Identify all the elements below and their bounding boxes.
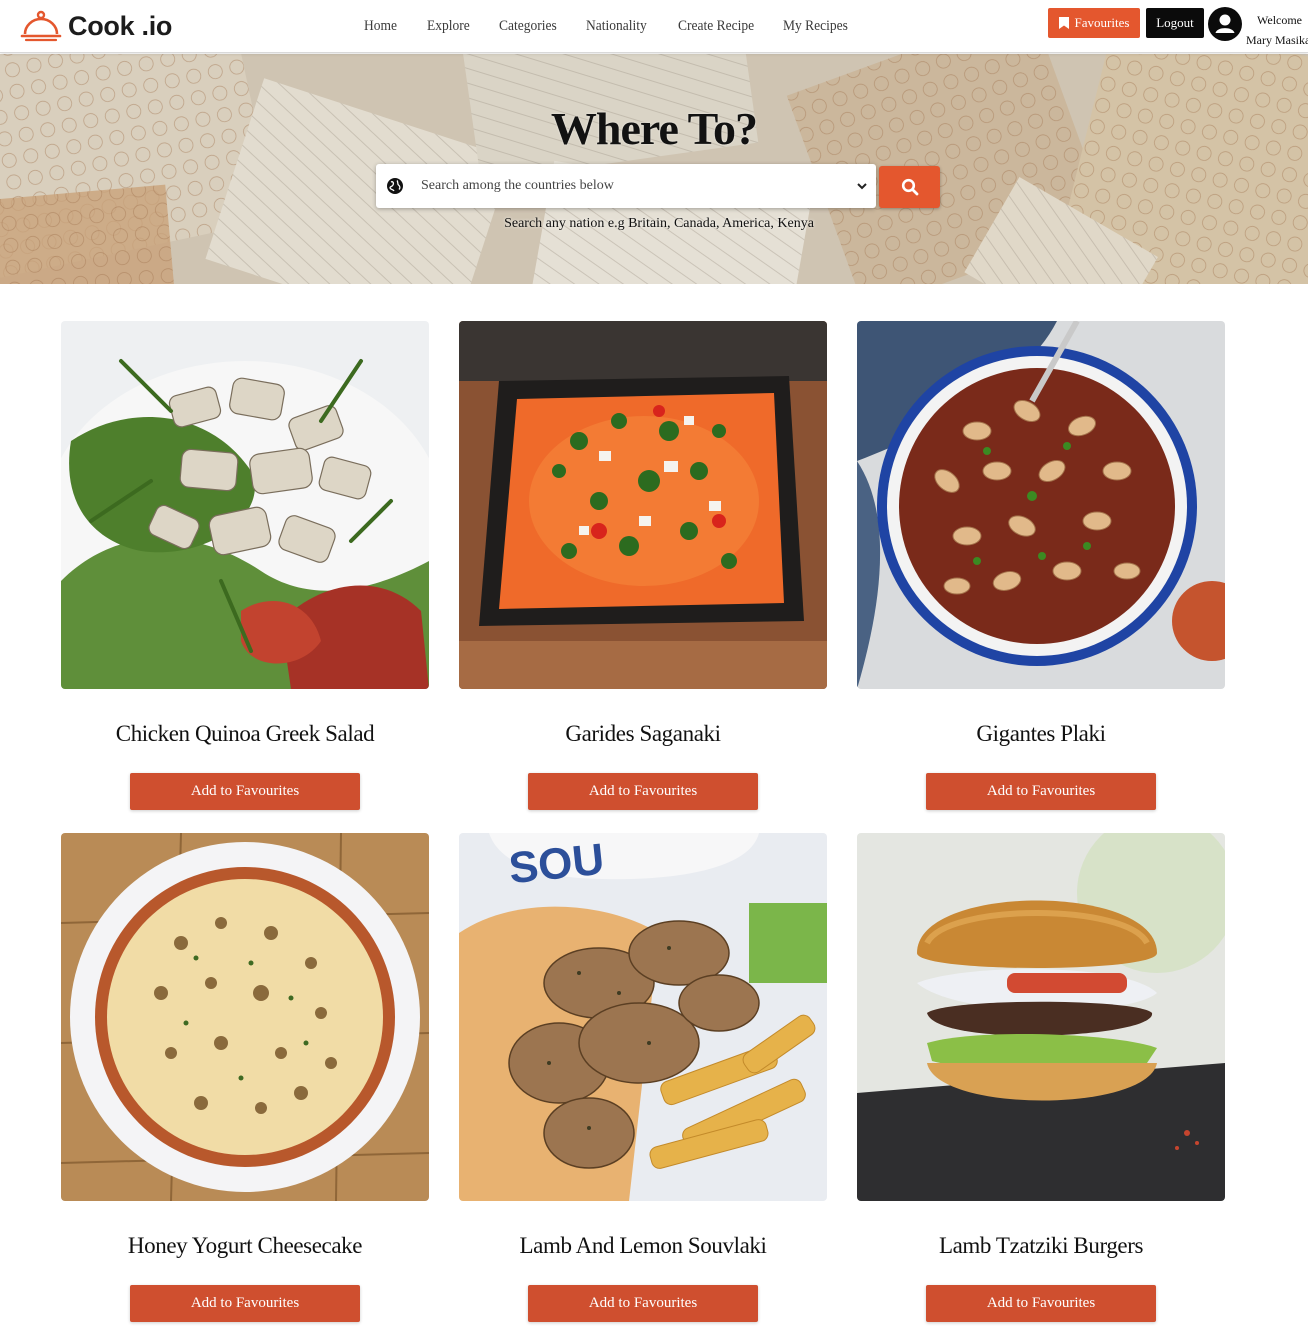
nav-home[interactable]: Home	[364, 18, 397, 35]
top-navbar: Cook .io Home Explore Categories Nationa…	[0, 0, 1308, 53]
search-icon	[901, 178, 918, 196]
bookmark-icon	[1058, 17, 1069, 29]
recipe-card: Gigantes Plaki Add to Favourites	[857, 321, 1225, 816]
logo-text: Cook .io	[68, 10, 173, 41]
logo[interactable]: Cook .io	[20, 8, 172, 44]
globe-icon	[387, 178, 403, 194]
add-to-favourites-button[interactable]: Add to Favourites	[130, 1285, 360, 1322]
cloche-icon	[20, 10, 62, 42]
recipe-title: Honey Yogurt Cheesecake	[127, 1233, 363, 1258]
recipe-title: Chicken Quinoa Greek Salad	[115, 721, 375, 746]
recipe-title: Garides Saganaki	[565, 721, 721, 746]
welcome-label: Welcome	[1257, 13, 1303, 27]
recipe-card: Chicken Quinoa Greek Salad Add to Favour…	[61, 321, 429, 816]
logout-button[interactable]: Logout	[1146, 8, 1204, 38]
recipe-image[interactable]	[61, 321, 429, 689]
recipe-title: Gigantes Plaki	[976, 721, 1106, 746]
recipe-image[interactable]: SOU	[459, 833, 827, 1201]
hero-banner: Where To? Search among the countries bel…	[0, 54, 1308, 284]
search-hint: Search any nation e.g Britain, Canada, A…	[504, 216, 814, 231]
user-name: Mary Masika	[1246, 33, 1308, 47]
svg-text:SOU: SOU	[507, 835, 607, 894]
recipe-card: Lamb Tzatziki Burgers Add to Favourites	[857, 833, 1225, 1328]
favourites-label: Favourites	[1074, 15, 1130, 30]
nav-categories[interactable]: Categories	[499, 18, 557, 35]
recipe-card: SOU Lamb And Lemon Souvlaki Add to Favou…	[459, 833, 827, 1328]
country-search-input[interactable]: Search among the countries below	[376, 164, 876, 208]
recipe-image[interactable]	[61, 833, 429, 1201]
recipe-image[interactable]	[857, 833, 1225, 1201]
add-to-favourites-button[interactable]: Add to Favourites	[528, 773, 758, 810]
recipe-title: Lamb Tzatziki Burgers	[938, 1233, 1144, 1258]
favourites-button[interactable]: Favourites	[1048, 8, 1140, 38]
add-to-favourites-button[interactable]: Add to Favourites	[926, 773, 1156, 810]
chevron-down-icon[interactable]	[856, 180, 868, 192]
search-button[interactable]	[879, 166, 940, 208]
recipe-title: Lamb And Lemon Souvlaki	[519, 1233, 767, 1258]
welcome-text: Welcome Mary Masika	[1246, 10, 1308, 50]
recipe-card: Garides Saganaki Add to Favourites	[459, 321, 827, 816]
nav-my-recipes[interactable]: My Recipes	[783, 18, 848, 35]
recipe-card: Honey Yogurt Cheesecake Add to Favourite…	[61, 833, 429, 1328]
recipe-image[interactable]	[857, 321, 1225, 689]
add-to-favourites-button[interactable]: Add to Favourites	[926, 1285, 1156, 1322]
search-placeholder: Search among the countries below	[421, 178, 614, 193]
nav-nationality[interactable]: Nationality	[586, 18, 647, 35]
add-to-favourites-button[interactable]: Add to Favourites	[528, 1285, 758, 1322]
nav-create-recipe[interactable]: Create Recipe	[678, 18, 754, 35]
user-avatar-icon[interactable]	[1208, 7, 1242, 41]
hero-title: Where To?	[550, 103, 758, 154]
recipe-image[interactable]	[459, 321, 827, 689]
add-to-favourites-button[interactable]: Add to Favourites	[130, 773, 360, 810]
nav-explore[interactable]: Explore	[427, 18, 470, 35]
